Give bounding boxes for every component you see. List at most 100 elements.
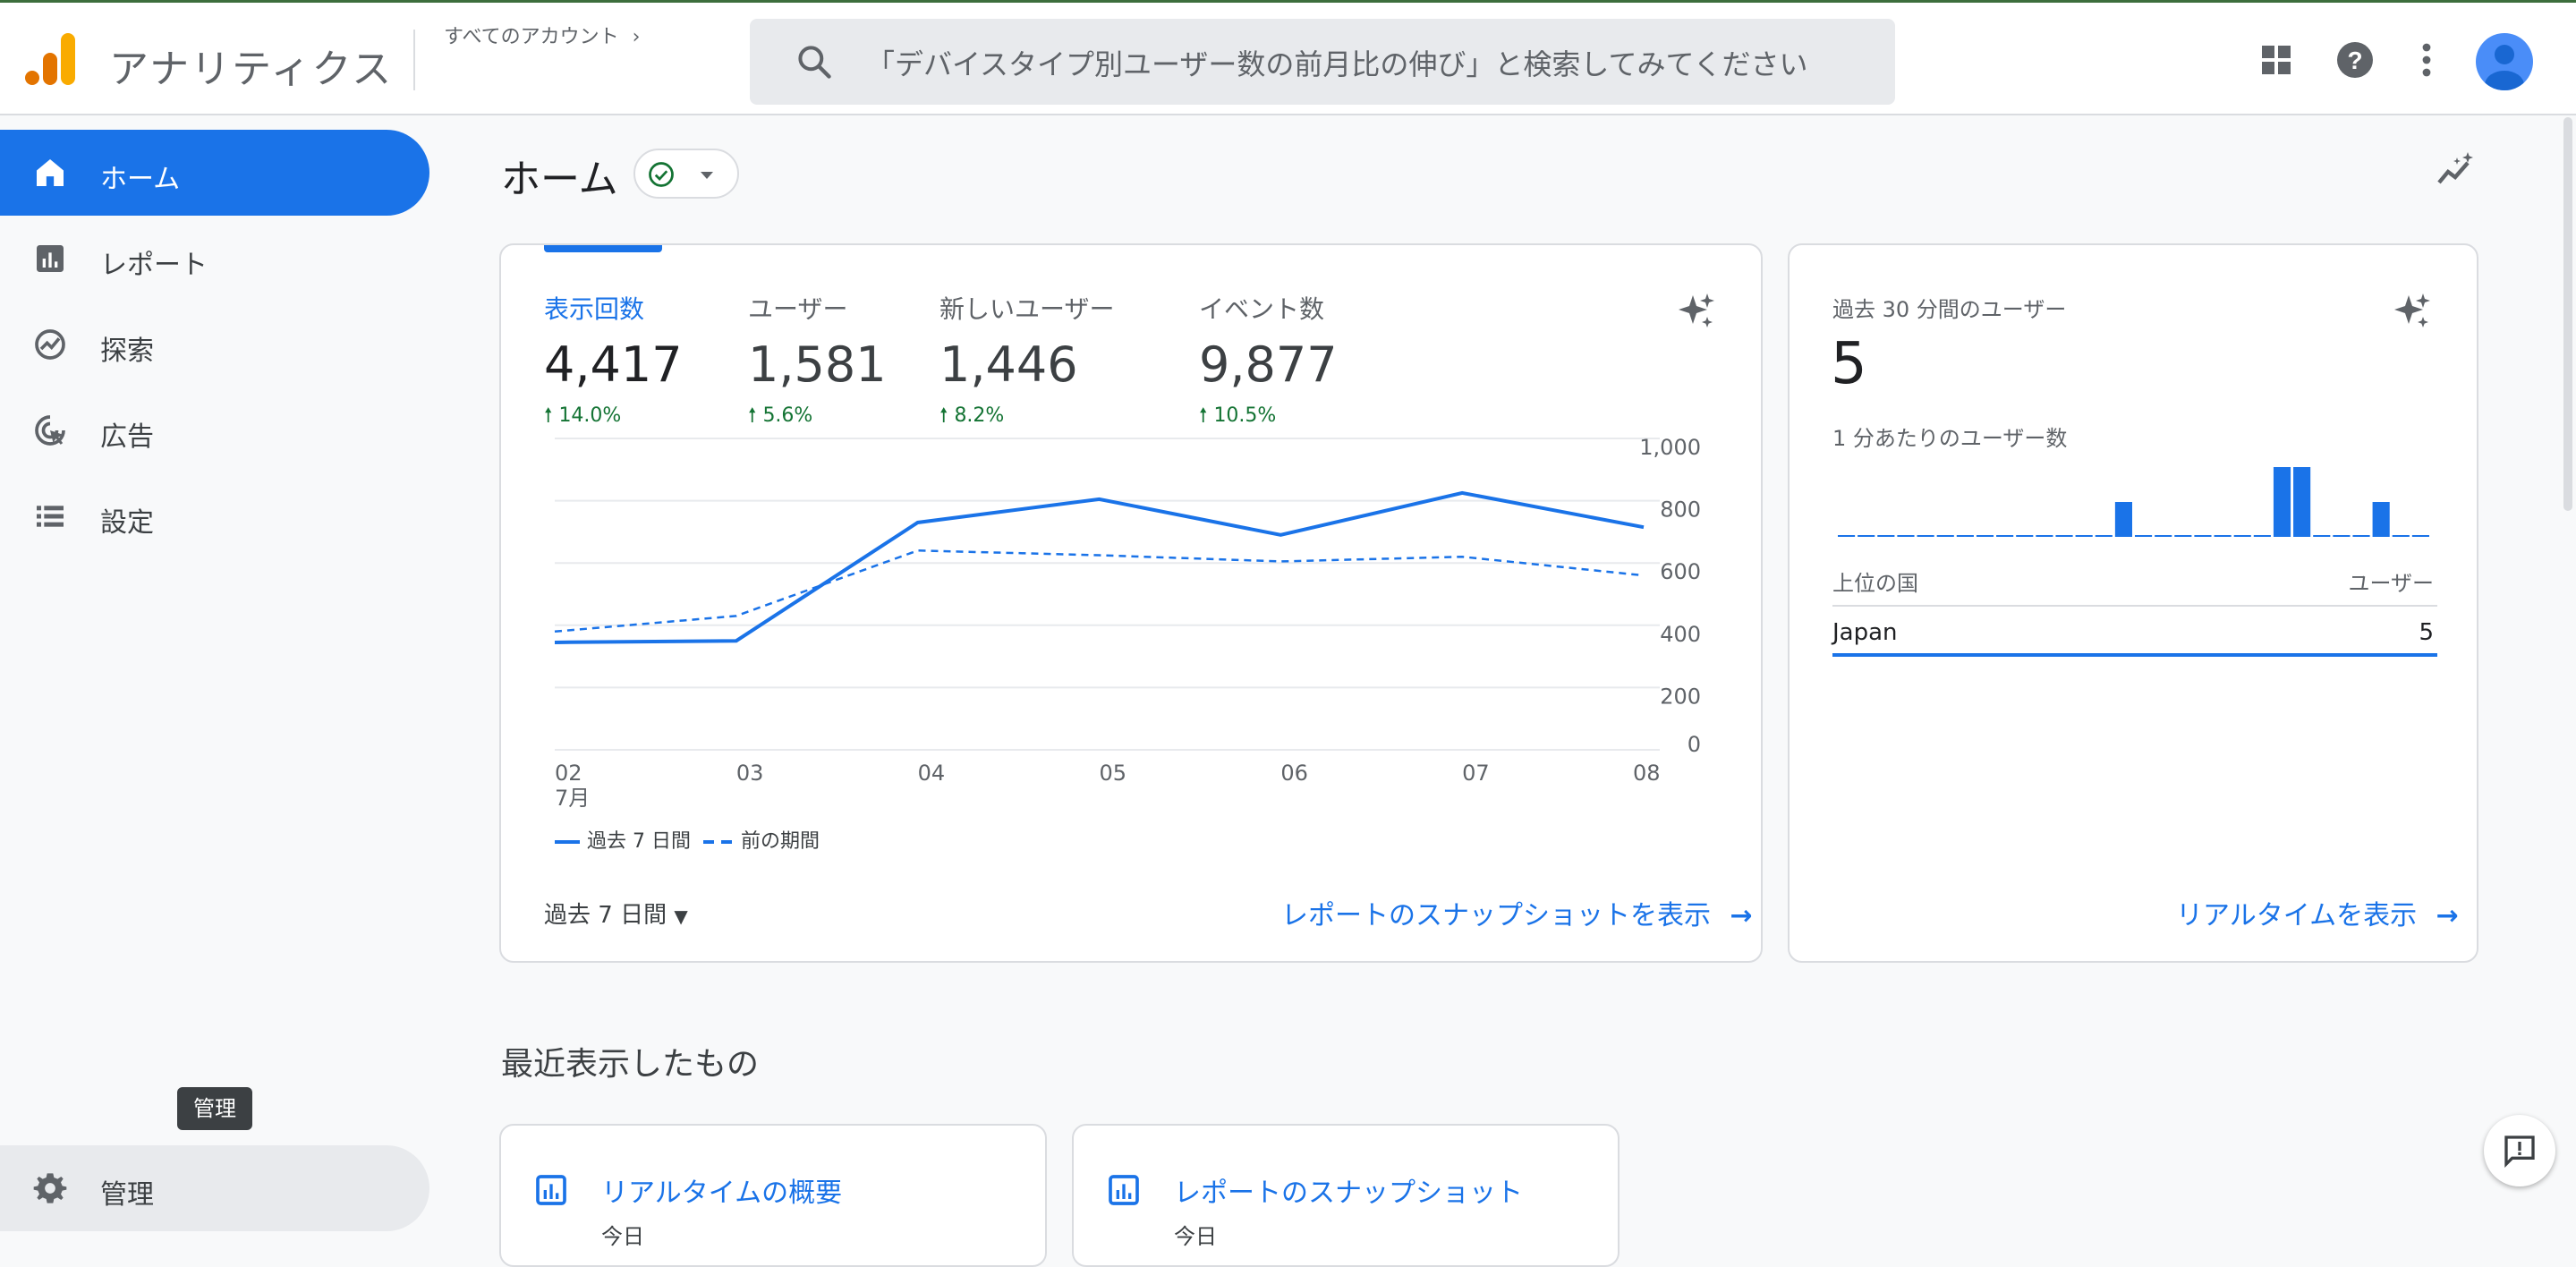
sidebar-item-explore[interactable]: 探索 (0, 302, 429, 387)
per-minute-bar (2392, 535, 2410, 537)
date-range-label: 過去 7 日間 (544, 902, 667, 929)
y-tick-label: 200 (1660, 684, 1701, 709)
country-name: Japan (1832, 619, 1898, 646)
help-icon[interactable]: ? (2334, 38, 2376, 81)
country-users: 5 (2419, 619, 2434, 646)
chevron-down-icon (701, 172, 713, 179)
feedback-icon (2504, 1135, 2535, 1169)
apps-grid-icon[interactable] (2255, 38, 2298, 81)
active-metric-indicator (544, 245, 662, 252)
metric-value: 1,581 (748, 336, 887, 393)
per-minute-bar (1956, 535, 1974, 537)
x-tick-label: 06 (1280, 761, 1308, 786)
per-minute-bar (2233, 535, 2251, 537)
account-breadcrumb-label: すべてのアカウント (444, 26, 619, 48)
view-realtime-label: リアルタイムを表示 (2176, 900, 2418, 931)
recent-card-snapshot[interactable]: レポートのスナップショット 今日 (1072, 1124, 1620, 1267)
recent-card-title: レポートのスナップショット (1174, 1178, 1523, 1209)
per-minute-bar (2273, 467, 2291, 537)
x-tick-label: 08 (1633, 761, 1661, 786)
users-header: ユーザー (2348, 571, 2434, 596)
sidebar-item-admin[interactable]: 管理 (0, 1145, 429, 1231)
recent-card-subtitle: 今日 (601, 1224, 644, 1249)
check-circle-icon (649, 162, 674, 187)
sidebar-item-label: ホーム (100, 164, 181, 195)
sidebar-item-label: 広告 (100, 421, 154, 453)
gear-icon (33, 1173, 67, 1203)
recent-card-realtime[interactable]: リアルタイムの概要 今日 (499, 1124, 1047, 1267)
metric-value: 4,417 (544, 336, 683, 393)
page-scrollbar[interactable] (2563, 117, 2572, 511)
y-tick-label: 600 (1660, 559, 1701, 584)
metric-label: 表示回数 (544, 294, 645, 324)
reports-icon (37, 245, 64, 272)
per-minute-bar (1996, 535, 2014, 537)
per-minute-bar (2253, 535, 2271, 537)
metric-views[interactable]: 表示回数 4,417 🠕 14.0% (544, 290, 683, 434)
search-bar[interactable]: 「デバイスタイプ別ユーザー数の前月比の伸び」と検索してみてください (750, 19, 1895, 105)
country-share-bar (1832, 653, 2437, 657)
per-minute-bar-chart (1838, 467, 2429, 537)
avatar[interactable] (2476, 33, 2533, 90)
legend-dashed-swatch (703, 840, 732, 844)
sidebar-item-label: レポート (100, 250, 208, 281)
metric-value: 1,446 (939, 336, 1078, 393)
metric-event-count[interactable]: イベント数 9,877 🠕 10.5% (1199, 290, 1338, 434)
sidebar-item-reports[interactable]: レポート (0, 216, 429, 302)
recent-card-title: リアルタイムの概要 (601, 1178, 843, 1209)
per-minute-bar (1897, 535, 1915, 537)
per-minute-bar (1976, 535, 1994, 537)
per-minute-label: 1 分あたりのユーザー数 (1832, 426, 2068, 451)
table-divider (1832, 605, 2437, 607)
svg-text:?: ? (2347, 47, 2362, 74)
app-title: アナリティクス (109, 47, 394, 92)
x-tick-label: 07 (1462, 761, 1490, 786)
sidebar-item-home[interactable]: ホーム (0, 130, 429, 216)
series-line-current (554, 490, 1645, 644)
per-minute-bar (2036, 535, 2053, 537)
y-tick-label: 1,000 (1639, 435, 1701, 460)
status-chip[interactable] (633, 149, 739, 199)
per-minute-bar (1838, 535, 1856, 537)
x-tick-label: 03 (736, 761, 764, 786)
configure-icon (37, 506, 64, 527)
more-vert-icon[interactable] (2405, 38, 2448, 81)
view-realtime-link[interactable]: リアルタイムを表示 → (2176, 893, 2459, 932)
x-tick-label: 05 (1100, 761, 1127, 786)
sidebar-item-label: 管理 (100, 1179, 154, 1211)
sidebar-item-configure[interactable]: 設定 (0, 473, 429, 559)
y-tick-label: 400 (1660, 622, 1701, 647)
view-snapshot-label: レポートのスナップショットを表示 (1281, 900, 1711, 931)
arrow-forward-icon: → (1730, 900, 1753, 931)
sidebar-item-label: 設定 (100, 507, 154, 539)
admin-tooltip: 管理 (177, 1087, 252, 1130)
overview-line-chart: 0 200 400 600 800 1,000 02 03 04 05 06 07 08 7月 (554, 435, 1701, 811)
sparkle-icon[interactable] (2391, 290, 2434, 333)
explore-icon (35, 329, 65, 360)
top-countries-header: 上位の国 (1832, 571, 1918, 596)
sparkle-icon[interactable] (1675, 290, 1718, 333)
sidebar-item-advertising[interactable]: 広告 (0, 387, 429, 473)
metric-label: 新しいユーザー (939, 294, 1115, 324)
feedback-button[interactable] (2484, 1115, 2555, 1186)
per-minute-bar (2055, 535, 2073, 537)
account-circle-icon (2485, 45, 2524, 90)
search-placeholder: 「デバイスタイプ別ユーザー数の前月比の伸び」と検索してみてください (866, 47, 1808, 81)
legend-label: 前の期間 (741, 830, 820, 853)
account-breadcrumb[interactable]: すべてのアカウント › (444, 21, 640, 49)
metric-value: 9,877 (1199, 336, 1338, 393)
analytics-logo-icon[interactable] (25, 31, 77, 87)
metric-users[interactable]: ユーザー 1,581 🠕 5.6% (748, 290, 887, 434)
date-range-selector[interactable]: 過去 7 日間 ▼ (544, 897, 688, 930)
arrow-drop-down-icon: ▼ (674, 906, 688, 927)
insights-icon[interactable] (2434, 149, 2477, 191)
arrow-forward-icon: → (2436, 900, 2459, 931)
chevron-right-icon: › (632, 26, 641, 48)
advertising-icon (35, 415, 65, 446)
report-icon (536, 1175, 566, 1205)
metric-new-users[interactable]: 新しいユーザー 1,446 🠕 8.2% (939, 290, 1114, 434)
metric-label: ユーザー (748, 294, 848, 324)
x-tick-label: 02 (555, 761, 582, 786)
view-snapshot-link[interactable]: レポートのスナップショットを表示 → (1281, 893, 1753, 932)
legend-previous-period: 前の期間 (703, 825, 820, 854)
